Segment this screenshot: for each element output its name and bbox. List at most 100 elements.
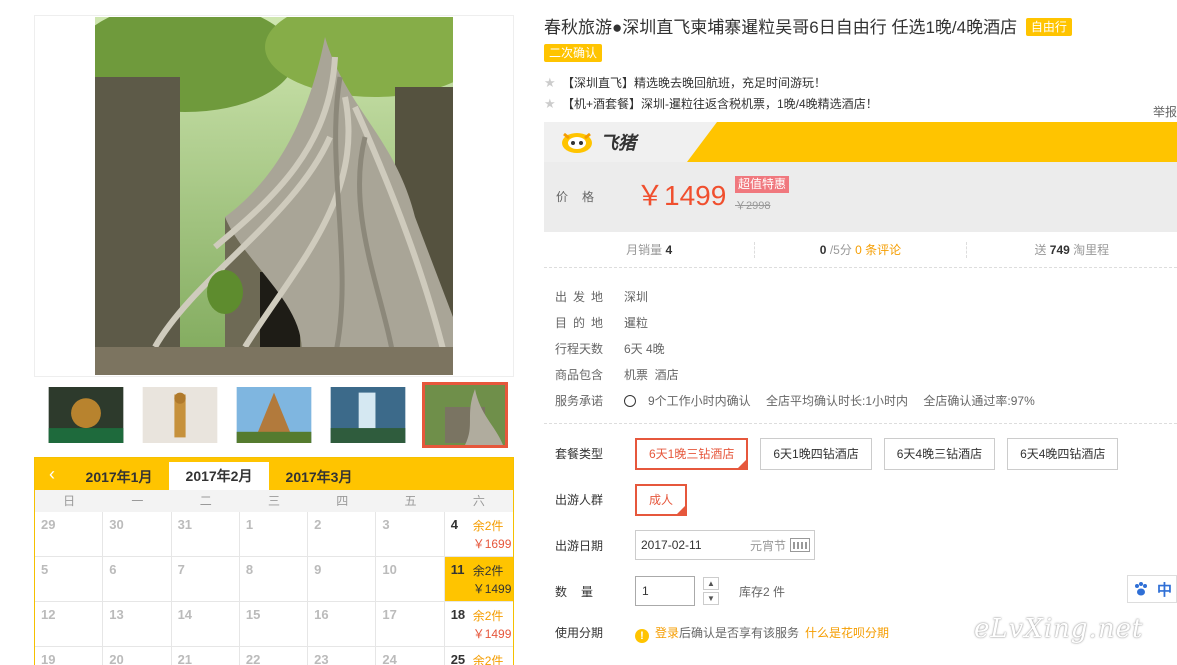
current-price: ￥1499 bbox=[636, 180, 727, 211]
package-option[interactable]: 6天4晚四钻酒店 bbox=[1007, 438, 1119, 470]
calendar-day[interactable]: 4 余2件 ￥1699 bbox=[444, 512, 513, 557]
attr-row: 行程天数 6天 4晚 bbox=[544, 335, 1177, 361]
tab-month-jan[interactable]: 2017年1月 bbox=[69, 464, 169, 490]
thumbnail-2[interactable] bbox=[140, 385, 220, 445]
calendar-day: 3 bbox=[376, 512, 445, 557]
original-price: ￥2998 bbox=[735, 200, 771, 212]
calendar-icon[interactable] bbox=[790, 538, 810, 552]
selling-point: ★ 【深圳直飞】精选晚去晚回航班，充足时间游玩！ bbox=[544, 72, 1177, 93]
points-prefix: 送 bbox=[1034, 243, 1047, 257]
package-option-selected[interactable]: 6天1晚三钻酒店 bbox=[635, 438, 749, 470]
traveler-option-adult[interactable]: 成人 bbox=[635, 484, 688, 516]
date-label: 出游日期 bbox=[555, 539, 604, 553]
day-number: 10 bbox=[382, 562, 397, 577]
calendar-day: 13 bbox=[103, 602, 172, 647]
calendar-grid: 29 30 31 1 2 3 4 余2件 ￥1699 5 6 7 8 9 10 11 余2件 ￥1499 12 13 1… bbox=[35, 512, 513, 665]
calendar-day: 29 bbox=[35, 512, 104, 557]
weekday: 二 bbox=[199, 494, 212, 508]
divider bbox=[544, 423, 1177, 424]
selling-point-text: 【深圳直飞】精选晚去晚回航班，充足时间游玩！ bbox=[562, 76, 827, 90]
calendar-day: 17 bbox=[376, 602, 445, 647]
second-confirm-tag: 二次确认 bbox=[544, 44, 603, 62]
installment-label: 使用分期 bbox=[555, 626, 604, 640]
calendar-day-selected[interactable]: 11 余2件 ￥1499 bbox=[444, 557, 513, 602]
calendar-day[interactable]: 25 余2件 bbox=[445, 647, 513, 665]
day-number: 13 bbox=[109, 607, 124, 622]
weekday: 五 bbox=[404, 494, 417, 508]
decrement-icon[interactable]: ▼ bbox=[703, 592, 719, 605]
calendar-prev-button[interactable]: ‹ bbox=[35, 458, 69, 490]
attr-value: 机票 酒店 bbox=[624, 367, 679, 382]
day-stock: 余2件 bbox=[472, 609, 504, 623]
quantity-row: 数量 1 ▲ ▼ 库存2 件 bbox=[544, 576, 1177, 608]
attr-value: 暹粒 bbox=[624, 315, 649, 330]
tab-month-mar[interactable]: 2017年3月 bbox=[269, 464, 369, 490]
calendar-day: 22 bbox=[240, 647, 309, 665]
temple-tree-photo bbox=[95, 17, 453, 375]
day-number: 25 bbox=[450, 652, 466, 665]
day-number: 3 bbox=[382, 517, 390, 532]
package-row: 套餐类型 6天1晚三钻酒店 6天1晚四钻酒店 6天4晚三钻酒店 6天4晚四钻酒店 bbox=[544, 438, 1177, 470]
weekday: 日 bbox=[63, 494, 76, 508]
day-number: 18 bbox=[450, 607, 466, 622]
login-link[interactable]: 登录 bbox=[655, 626, 679, 640]
date-field[interactable]: 2017-02-11 元宵节 bbox=[635, 530, 815, 560]
calendar-day[interactable]: 18 余2件 ￥1499 bbox=[444, 602, 513, 647]
date-value: 2017-02-11 bbox=[641, 538, 702, 552]
product-detail: 春秋旅游●深圳直飞柬埔寨暹粒吴哥6日自由行 任选1晚/4晚酒店 自由行 二次确认… bbox=[544, 15, 1177, 658]
package-option[interactable]: 6天4晚三钻酒店 bbox=[883, 438, 996, 470]
day-number: 24 bbox=[382, 652, 397, 665]
attr-key: 服务承诺 bbox=[555, 393, 604, 408]
package-option[interactable]: 6天1晚四钻酒店 bbox=[760, 438, 872, 470]
calendar-day: 23 bbox=[308, 647, 377, 665]
day-number: 4 bbox=[450, 517, 458, 532]
warning-icon: ! bbox=[635, 629, 649, 643]
input-method-toggle[interactable]: 中 bbox=[1127, 575, 1177, 603]
day-stock: 余2件 bbox=[472, 654, 504, 665]
product-attributes: 出发地 深圳 目的地 暹粒 行程天数 6天 4晚 商品包含 机票 酒店 服务承诺… bbox=[544, 283, 1177, 413]
report-link[interactable]: 举报 bbox=[1153, 103, 1177, 120]
stock-text: 库存2 件 bbox=[739, 584, 786, 599]
thumbnail-4[interactable] bbox=[328, 385, 408, 445]
reviews-link[interactable]: 0 条评论 bbox=[855, 243, 901, 257]
calendar-day: 8 bbox=[239, 557, 309, 602]
day-number: 17 bbox=[382, 607, 397, 622]
increment-icon[interactable]: ▲ bbox=[703, 577, 719, 590]
date-calendar: ‹ 2017年1月 2017年2月 2017年3月 › 日 一 二 三 四 五 … bbox=[34, 457, 899, 665]
day-price: ￥1699 bbox=[472, 537, 512, 551]
calendar-day: 31 bbox=[171, 512, 240, 557]
traveler-options: 成人 bbox=[635, 484, 688, 516]
tab-month-feb[interactable]: 2017年2月 bbox=[169, 462, 269, 490]
installment-help-link[interactable]: 什么是花呗分期 bbox=[805, 626, 889, 640]
day-price: ￥1499 bbox=[472, 627, 512, 641]
day-price: ￥1499 bbox=[472, 582, 512, 596]
day-number: 5 bbox=[41, 562, 49, 577]
calendar-weekdays: 日 一 二 三 四 五 六 bbox=[35, 490, 513, 512]
thumbnail-5-selected[interactable] bbox=[422, 382, 508, 448]
calendar-day: 5 bbox=[35, 557, 104, 602]
selling-point-text: 【机+酒套餐】深圳-暹粒往返含税机票，1晚/4晚精选酒店！ bbox=[562, 97, 878, 111]
stats-bar: 月销量 4 0 /5分 0 条评论 送 749 淘里程 bbox=[544, 232, 1177, 268]
main-photo bbox=[34, 15, 514, 377]
rating-value: 0 bbox=[819, 243, 827, 257]
fliggy-logo-icon bbox=[562, 132, 592, 153]
day-number: 29 bbox=[41, 517, 56, 532]
quantity-label: 数量 bbox=[555, 585, 608, 599]
service-item: 9个工作小时内确认 bbox=[648, 393, 751, 408]
calendar-day: 9 bbox=[308, 557, 377, 602]
installment-info: ! 登录后确认是否享有该服务 什么是花呗分期 bbox=[635, 622, 889, 644]
day-info: 余2件 bbox=[473, 652, 504, 665]
package-options: 6天1晚三钻酒店 6天1晚四钻酒店 6天4晚三钻酒店 6天4晚四钻酒店 bbox=[635, 438, 1119, 470]
attr-value: 深圳 bbox=[624, 289, 649, 304]
star-icon: ★ bbox=[544, 95, 556, 111]
thumbnail-1[interactable] bbox=[46, 385, 126, 445]
weekday: 四 bbox=[336, 494, 349, 508]
calendar-day: 10 bbox=[376, 557, 445, 602]
thumbnail-3[interactable] bbox=[234, 385, 314, 445]
paw-icon bbox=[1133, 581, 1149, 597]
quantity-input[interactable]: 1 bbox=[635, 576, 695, 606]
traveler-row: 出游人群 成人 bbox=[544, 484, 1177, 516]
day-stock: 余2件 bbox=[472, 519, 504, 533]
attr-row: 商品包含 机票 酒店 bbox=[544, 361, 1177, 387]
monthly-sales-label: 月销量 bbox=[626, 243, 663, 257]
